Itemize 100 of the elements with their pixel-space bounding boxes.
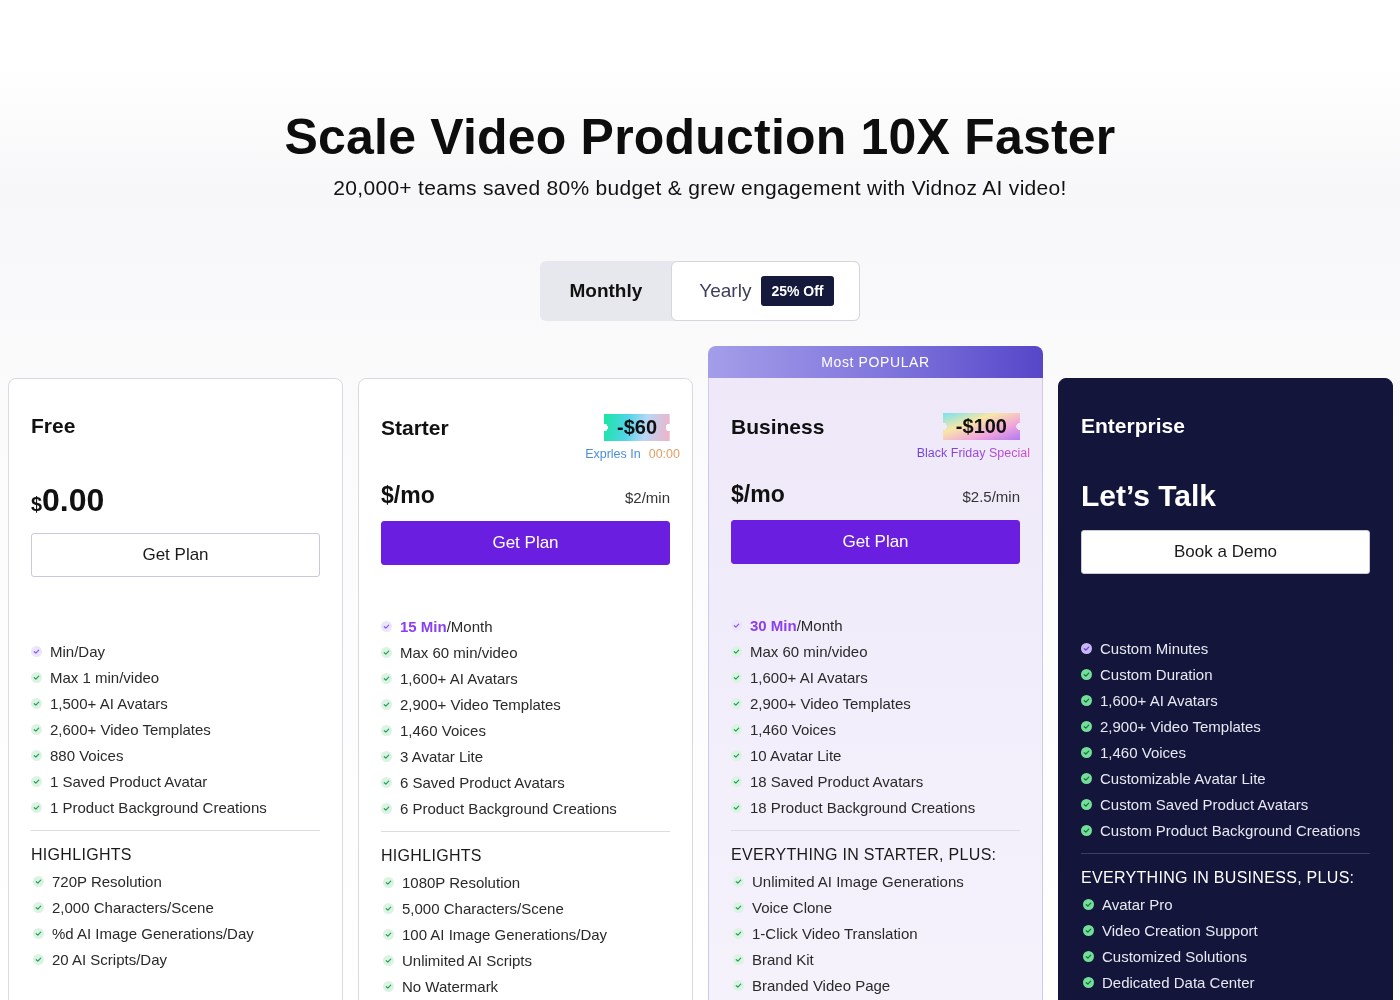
check-circle-icon <box>1081 746 1092 758</box>
feature-text: 1,600+ AI Avatars <box>1100 691 1218 709</box>
feature-text: 18 Saved Product Avatars <box>750 772 924 790</box>
plan-price: $/mo <box>381 481 435 510</box>
section-heading: HIGHLIGHTS <box>31 845 133 865</box>
plan-cta-button[interactable]: Book a Demo <box>1081 530 1370 574</box>
check-circle-icon <box>731 671 742 683</box>
check-circle-icon <box>31 775 42 787</box>
feature-text: Dedicated Data Center <box>1102 973 1255 991</box>
feature-text: 1 Saved Product Avatar <box>50 772 208 790</box>
check-circle-icon <box>1081 720 1092 732</box>
feature-text: 1,500+ AI Avatars <box>50 694 168 712</box>
check-circle-icon <box>731 697 742 709</box>
feature-text: Unlimited AI Scripts <box>402 951 533 969</box>
feature-text: Video Creation Support <box>1102 921 1258 939</box>
feature-text: 1-Click Video Translation <box>752 924 918 942</box>
feature-text: 6 Saved Product Avatars <box>400 773 565 791</box>
check-circle-icon <box>731 775 742 787</box>
check-circle-icon <box>383 876 394 888</box>
check-circle-icon <box>731 749 742 761</box>
check-circle-icon <box>733 901 744 913</box>
feature-text: Custom Minutes <box>1100 639 1209 657</box>
feature-text: 2,000 Characters/Scene <box>52 898 214 916</box>
feature-text: Voice Clone <box>752 898 833 916</box>
plan-name: Business <box>731 414 825 439</box>
section-heading: EVERYTHING IN BUSINESS, PLUS: <box>1081 868 1356 888</box>
check-circle-icon <box>31 697 42 709</box>
feature-text: 720P Resolution <box>52 872 162 890</box>
check-circle-icon <box>1083 924 1094 936</box>
check-circle-icon <box>33 953 44 965</box>
deal-note: Exprles In <box>585 447 641 462</box>
feature-text: %d AI Image Generations/Day <box>52 924 254 942</box>
plan-name: Starter <box>381 415 449 440</box>
page-subtitle: 20,000+ teams saved 80% budget & grew engagement with Vidnoz AI video! <box>333 175 1067 201</box>
per-minute-rate: $2.5/min <box>962 488 1020 505</box>
feature-text: Avatar Pro <box>1102 895 1173 913</box>
check-circle-icon <box>1083 898 1094 910</box>
check-circle-icon <box>731 723 742 735</box>
plan-price: Let’s Talk <box>1081 478 1217 514</box>
check-circle-icon <box>733 979 744 991</box>
check-circle-icon <box>1083 976 1094 988</box>
feature-text: 18 Product Background Creations <box>750 798 976 816</box>
check-circle-icon <box>381 750 392 762</box>
feature-text: 6 Product Background Creations <box>400 799 617 817</box>
check-circle-icon <box>31 801 42 813</box>
feature-text: Customized Solutions <box>1102 947 1248 965</box>
check-circle-icon <box>31 723 42 735</box>
feature-text: 2,600+ Video Templates <box>50 720 211 738</box>
check-circle-icon <box>381 802 392 814</box>
check-circle-icon <box>31 749 42 761</box>
check-circle-icon <box>33 927 44 939</box>
feature-text: Customizable Avatar Lite <box>1100 769 1266 787</box>
plan-name: Free <box>31 414 76 438</box>
discount-ticket: -$60 <box>603 414 670 441</box>
feature-text: 1,600+ AI Avatars <box>400 669 518 687</box>
feature-text: Branded Video Page <box>752 976 891 994</box>
feature-text: Custom Duration <box>1100 665 1213 683</box>
section-heading: EVERYTHING IN STARTER, PLUS: <box>731 845 998 865</box>
plan-cta-button[interactable]: Get Plan <box>381 521 670 565</box>
feature-text: No Watermark <box>402 977 499 995</box>
feature-text: Max 1 min/video <box>50 668 160 686</box>
check-circle-icon <box>1081 668 1092 680</box>
check-circle-icon <box>381 698 392 710</box>
feature-text: 1,460 Voices <box>750 720 836 738</box>
feature-text: 1080P Resolution <box>402 873 521 891</box>
feature-text: 1,600+ AI Avatars <box>750 668 868 686</box>
feature-text: 2,900+ Video Templates <box>750 694 911 712</box>
feature-text: 5,000 Characters/Scene <box>402 899 564 917</box>
check-circle-icon <box>381 672 392 684</box>
plan-cta-button[interactable]: Get Plan <box>31 533 320 577</box>
check-circle-icon <box>733 927 744 939</box>
check-circle-icon <box>383 928 394 940</box>
feature-text: 15 Min/Month <box>400 617 493 635</box>
feature-text: 1,460 Voices <box>400 721 486 739</box>
feature-text: Min/Day <box>50 642 105 660</box>
feature-text: 30 Min/Month <box>750 616 843 634</box>
countdown-timer: 00:00 <box>648 447 680 462</box>
check-circle-icon <box>31 671 42 683</box>
feature-text: 20 AI Scripts/Day <box>52 950 168 968</box>
check-circle-icon <box>733 953 744 965</box>
deal-note: Black Friday Special <box>916 446 1030 461</box>
check-circle-icon <box>1081 798 1092 810</box>
discount-ticket: -$100 <box>942 413 1020 440</box>
section-heading: HIGHLIGHTS <box>381 846 483 866</box>
check-circle-icon <box>733 875 744 887</box>
plan-cta-button[interactable]: Get Plan <box>731 520 1020 564</box>
feature-text: 3 Avatar Lite <box>400 747 484 765</box>
feature-text: 2,900+ Video Templates <box>1100 717 1261 735</box>
check-circle-icon <box>731 619 742 631</box>
check-circle-icon <box>1083 950 1094 962</box>
billing-option[interactable]: Monthly <box>540 261 672 321</box>
feature-text: 1 Product Background Creations <box>50 798 267 816</box>
check-circle-icon <box>731 801 742 813</box>
check-circle-icon <box>381 620 392 632</box>
feature-text: 2,900+ Video Templates <box>400 695 561 713</box>
feature-text: Max 60 min/video <box>750 642 868 660</box>
per-minute-rate: $2/min <box>624 489 670 506</box>
feature-text: Custom Saved Product Avatars <box>1100 795 1309 813</box>
billing-option[interactable]: Yearly 25% Off <box>671 261 860 321</box>
plan-price: $/mo <box>731 480 785 509</box>
